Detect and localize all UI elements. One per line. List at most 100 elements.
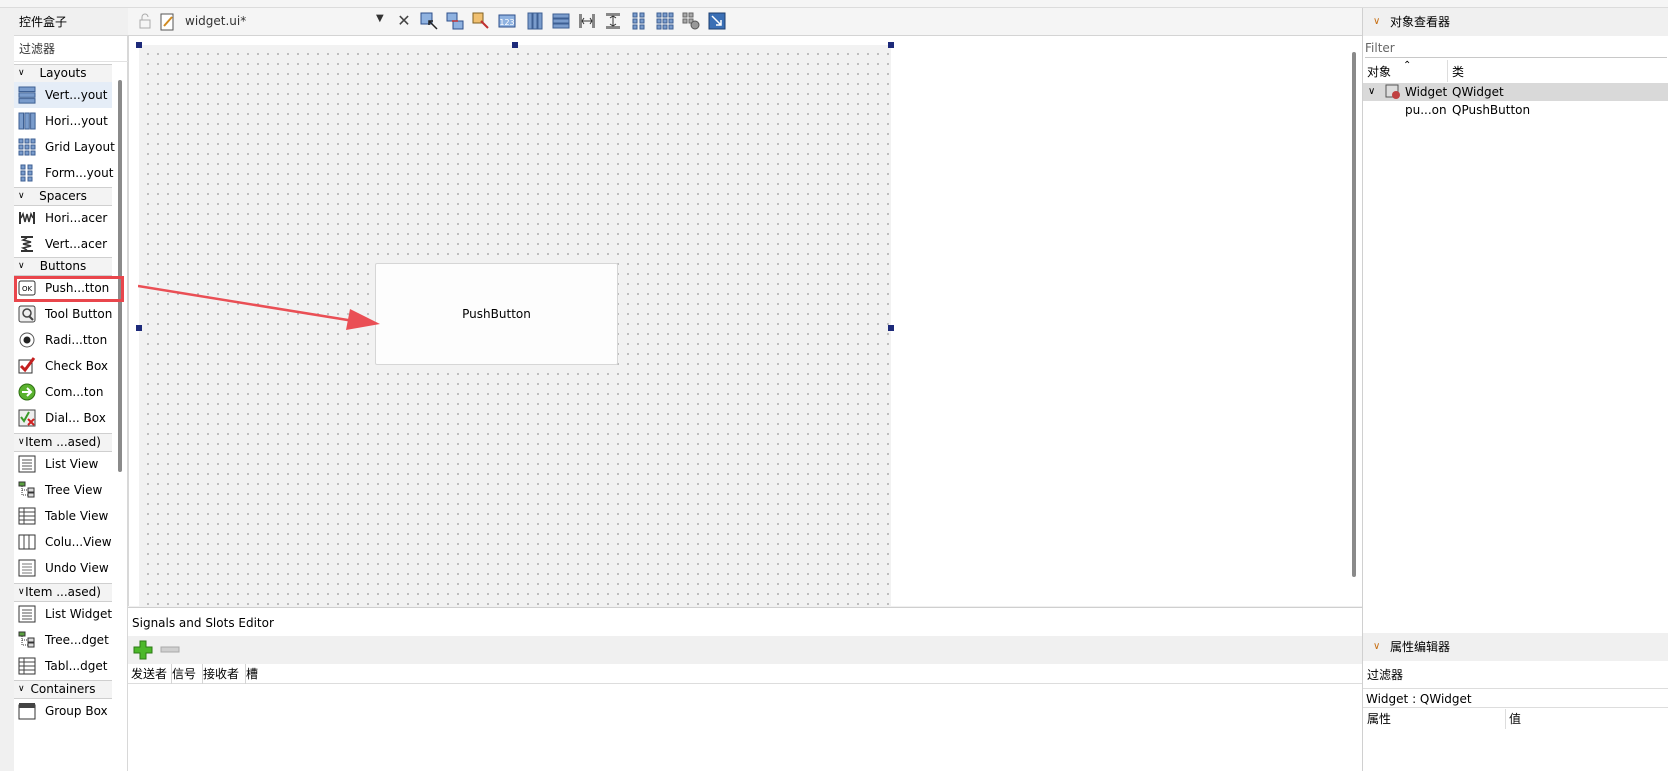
- category-containers[interactable]: ∨ Containers: [14, 680, 112, 699]
- category-spacers[interactable]: ∨ Spacers: [14, 187, 112, 206]
- property-editor-header[interactable]: ∨ 属性编辑器: [1363, 633, 1668, 661]
- widget-horizontal-layout[interactable]: Hori...yout: [14, 108, 112, 134]
- file-selector-combo[interactable]: widget.ui* ▼: [158, 12, 388, 32]
- category-layouts[interactable]: ∨ Layouts: [14, 64, 112, 83]
- widget-dialog-button-box[interactable]: Dial... Box: [14, 405, 112, 431]
- category-item-views[interactable]: ∨ Item ...ased): [14, 433, 112, 452]
- form-push-button[interactable]: PushButton: [375, 263, 618, 365]
- widget-tree-widget[interactable]: Tree...dget: [14, 627, 112, 653]
- dialog-button-box-icon: [18, 409, 36, 427]
- selection-handle[interactable]: [136, 42, 142, 48]
- category-item-widgets[interactable]: ∨ Item ...ased): [14, 583, 112, 602]
- widget-grid-layout[interactable]: Grid Layout: [14, 134, 115, 160]
- widget-form-layout[interactable]: Form...yout: [14, 160, 113, 186]
- widget-table-widget[interactable]: Tabl...dget: [14, 653, 112, 679]
- widget-box-panel: 控件盒子 过滤器 ∨ Layouts ∨ Spacers ∨ Buttons ∨ Ite…: [14, 8, 128, 771]
- layout-grid-icon[interactable]: [656, 12, 674, 30]
- object-inspector-title: 对象查看器: [1390, 15, 1451, 29]
- property-filter-input[interactable]: 过滤器: [1367, 663, 1403, 687]
- undo-view-icon: [18, 559, 36, 577]
- signals-slots-toolbar: [128, 636, 1362, 664]
- break-layout-icon[interactable]: [682, 12, 700, 30]
- property-editor-title: 属性编辑器: [1390, 640, 1451, 654]
- column-header-property[interactable]: 属性: [1367, 709, 1391, 729]
- chevron-down-icon: ∨: [1373, 16, 1381, 27]
- selection-handle[interactable]: [888, 325, 894, 331]
- layout-horizontal-splitter-icon[interactable]: [578, 12, 596, 30]
- list-view-icon: [18, 455, 36, 473]
- widget-object-icon: [1385, 84, 1400, 99]
- chevron-down-icon: ▼: [376, 13, 384, 24]
- sort-ascending-icon: ⌃: [1403, 60, 1412, 71]
- group-box-icon: [18, 703, 36, 720]
- widget-group-box[interactable]: Group Box: [14, 698, 112, 724]
- layout-vertical-splitter-icon[interactable]: [604, 12, 622, 30]
- column-header-slot[interactable]: 槽: [243, 664, 276, 684]
- add-icon[interactable]: [133, 640, 153, 660]
- widget-list-widget[interactable]: List Widget: [14, 601, 112, 627]
- widget-command-link[interactable]: Com...ton: [14, 379, 112, 405]
- object-inspector-header[interactable]: ∨ 对象查看器: [1363, 8, 1668, 36]
- menu-bar: [0, 0, 1668, 8]
- edit-widgets-icon[interactable]: [420, 12, 438, 30]
- layout-vertically-icon[interactable]: [552, 12, 570, 30]
- widget-table-view[interactable]: Table View: [14, 503, 112, 529]
- command-link-icon: [18, 383, 36, 401]
- table-view-icon: [18, 507, 36, 525]
- column-header-sender[interactable]: 发送者: [128, 664, 172, 684]
- edit-tab-order-icon[interactable]: 123: [498, 12, 516, 30]
- widget-undo-view[interactable]: Undo View: [14, 555, 112, 581]
- lock-icon[interactable]: [136, 12, 154, 30]
- annotation-highlight-box: [14, 276, 124, 302]
- object-tree-row[interactable]: pu...on QPushButton: [1363, 101, 1668, 119]
- adjust-size-icon[interactable]: [708, 12, 726, 30]
- table-widget-icon: [18, 657, 36, 675]
- form-toolbar: widget.ui* ▼ ✕ 123: [128, 8, 1362, 36]
- tool-button-icon: [18, 305, 36, 323]
- grid-layout-icon: [18, 138, 36, 156]
- object-tree-row[interactable]: ∨ Widget QWidget: [1363, 83, 1668, 101]
- layout-form-icon[interactable]: [630, 12, 648, 30]
- column-header-value[interactable]: 值: [1509, 709, 1521, 729]
- widget-list-view[interactable]: List View: [14, 451, 112, 477]
- column-header-object[interactable]: 对象: [1367, 60, 1391, 84]
- object-inspector-header-row: 对象 ⌃ 类: [1363, 60, 1668, 82]
- tree-view-icon: [18, 481, 35, 498]
- chevron-down-icon: ∨: [1368, 86, 1376, 97]
- widget-check-box[interactable]: Check Box: [14, 353, 112, 379]
- annotation-arrow: [138, 284, 380, 330]
- category-buttons[interactable]: ∨ Buttons: [14, 257, 112, 276]
- form-layout-icon: [20, 164, 33, 182]
- widget-box-filter-input[interactable]: 过滤器: [14, 37, 128, 62]
- radio-button-icon: [19, 332, 35, 348]
- file-name-label: widget.ui*: [185, 14, 247, 28]
- edit-signals-slots-icon[interactable]: [446, 12, 464, 30]
- ui-file-icon: [160, 13, 174, 31]
- widget-radio-button[interactable]: Radi...tton: [14, 327, 112, 353]
- close-icon[interactable]: ✕: [395, 12, 413, 30]
- vertical-spacer-icon: [20, 236, 33, 252]
- selection-handle[interactable]: [888, 42, 894, 48]
- column-header-receiver[interactable]: 接收者: [200, 664, 246, 684]
- widget-vertical-layout[interactable]: Vert...yout: [14, 82, 112, 108]
- widget-column-view[interactable]: Colu...View: [14, 529, 112, 555]
- widget-tree-view[interactable]: Tree View: [14, 477, 112, 503]
- selection-handle[interactable]: [512, 42, 518, 48]
- property-context-label: Widget : QWidget: [1363, 688, 1668, 708]
- column-header-class[interactable]: 类: [1452, 60, 1464, 84]
- signals-slots-header: 发送者 信号 接收者 槽: [128, 664, 1362, 684]
- check-box-icon: [18, 357, 36, 374]
- remove-icon[interactable]: [160, 646, 180, 654]
- chevron-down-icon: ∨: [1373, 641, 1381, 652]
- widget-vertical-spacer[interactable]: Vert...acer: [14, 231, 112, 257]
- edit-buddies-icon[interactable]: [472, 12, 490, 30]
- list-widget-icon: [18, 605, 36, 623]
- widget-tool-button[interactable]: Tool Button: [14, 301, 112, 327]
- column-header-signal[interactable]: 信号: [169, 664, 203, 684]
- property-editor-header-row: 属性 值: [1363, 709, 1668, 729]
- tree-widget-icon: [18, 631, 35, 648]
- form-area-scrollbar[interactable]: [1352, 52, 1356, 577]
- widget-horizontal-spacer[interactable]: Hori...acer: [14, 205, 112, 231]
- horizontal-layout-icon: [18, 112, 36, 130]
- layout-horizontally-icon[interactable]: [526, 12, 544, 30]
